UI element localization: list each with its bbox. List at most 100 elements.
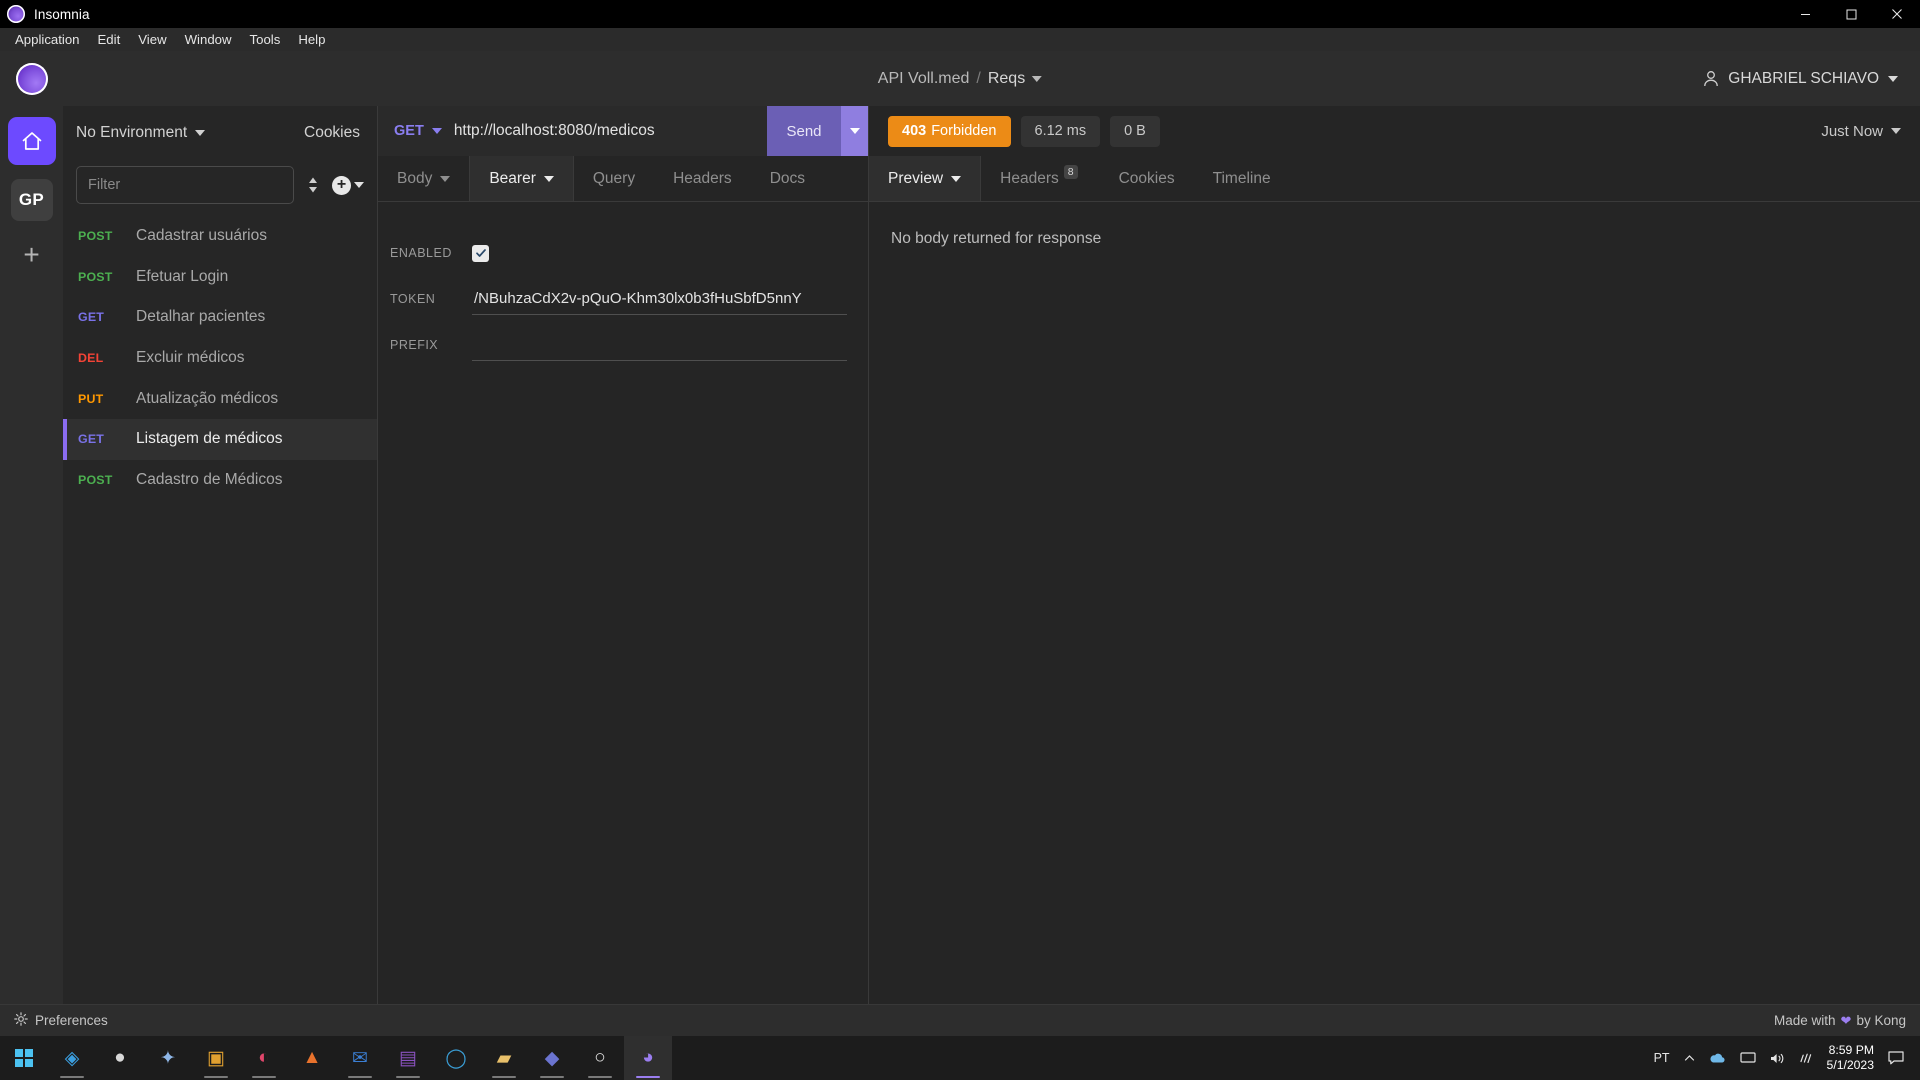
menu-item-help[interactable]: Help (289, 29, 334, 50)
response-body-message: No body returned for response (891, 230, 1102, 247)
breadcrumb-separator: / (976, 69, 981, 87)
tab-docs[interactable]: Docs (751, 156, 824, 201)
tab-response-headers[interactable]: Headers 8 (981, 156, 1099, 201)
account-menu[interactable]: GHABRIEL SCHIAVO (1703, 70, 1898, 88)
show-hidden-icons-button[interactable] (1677, 1053, 1702, 1064)
minimize-button[interactable] (1782, 0, 1828, 28)
request-name: Detalhar pacientes (136, 308, 266, 326)
request-item-listagem-de-medicos[interactable]: GET Listagem de médicos (63, 418, 377, 460)
chevron-down-icon[interactable] (1032, 75, 1043, 82)
notifications-button[interactable] (1884, 1051, 1914, 1065)
windows-taskbar: ◈ ● ✦ ▣ ◐ ▲ ✉ ▤ ◯ ▰ ◆ ○ ◕ PT 8:59 PM 5/1/2023 (0, 1036, 1920, 1080)
request-item-cadastro-de-medicos[interactable]: POST Cadastro de Médicos (63, 460, 377, 501)
taskbar-app-vscode[interactable]: ◈ (48, 1036, 96, 1080)
prefix-input[interactable] (472, 330, 847, 361)
home-icon[interactable] (7, 117, 56, 165)
taskbar-app-outlook[interactable]: ✉ (336, 1036, 384, 1080)
menu-item-view[interactable]: View (129, 29, 175, 50)
taskbar-app-github-desktop[interactable]: ● (96, 1036, 144, 1080)
tab-label: Timeline (1212, 169, 1271, 187)
insomnia-logo-icon (7, 5, 25, 23)
url-bar: GET http://localhost:8080/medicos Send (378, 106, 868, 156)
taskbar-app-onenote[interactable]: ▤ (384, 1036, 432, 1080)
taskbar-app-postman[interactable]: ▲ (288, 1036, 336, 1080)
tab-preview[interactable]: Preview (869, 156, 982, 201)
menu-item-tools[interactable]: Tools (241, 29, 290, 50)
status-badge[interactable]: 403 Forbidden (888, 115, 1011, 147)
taskbar-app-insomnia[interactable]: ◕ (624, 1036, 672, 1080)
request-pane: GET http://localhost:8080/medicos Send B… (378, 106, 869, 1004)
onedrive-icon[interactable] (1702, 1052, 1733, 1064)
volume-icon[interactable] (1763, 1052, 1792, 1065)
tab-response-cookies[interactable]: Cookies (1100, 156, 1194, 201)
chevron-down-icon[interactable] (1888, 75, 1898, 82)
tab-label: Headers (1000, 169, 1059, 187)
avatar[interactable]: GP (10, 179, 53, 221)
taskbar-app-mysql-workbench[interactable]: ▣ (192, 1036, 240, 1080)
taskbar-app-intellij-idea[interactable]: ◐ (240, 1036, 288, 1080)
chevron-down-icon[interactable] (431, 128, 442, 134)
taskbar-clock[interactable]: 8:59 PM 5/1/2023 (1821, 1043, 1884, 1073)
tab-body[interactable]: Body (378, 156, 469, 201)
github-desktop-icon: ● (114, 1047, 126, 1068)
mysql-workbench-icon: ▣ (207, 1047, 225, 1069)
chevron-down-icon[interactable] (543, 175, 554, 182)
menu-item-edit[interactable]: Edit (89, 29, 130, 50)
request-item-excluir-medicos[interactable]: DEL Excluir médicos (63, 338, 377, 379)
window-title-bar: Insomnia (0, 0, 1920, 28)
made-with-kong: Made with ❤ by Kong (1774, 1013, 1906, 1029)
preferences-button[interactable]: Preferences (14, 1012, 108, 1029)
postman-icon: ▲ (302, 1047, 322, 1068)
breadcrumb[interactable]: API Voll.med / Reqs (878, 69, 1043, 88)
request-method: GET (78, 432, 105, 447)
method-selector[interactable]: GET (378, 106, 454, 156)
menu-item-window[interactable]: Window (176, 29, 241, 50)
display-icon[interactable] (1733, 1052, 1763, 1064)
gear-icon (14, 1012, 28, 1029)
chevron-down-icon[interactable] (440, 175, 451, 182)
tab-bearer[interactable]: Bearer (469, 156, 574, 201)
close-button[interactable] (1874, 0, 1920, 28)
breadcrumb-collection[interactable]: Reqs (988, 70, 1025, 88)
request-item-detalhar-pacientes[interactable]: GET Detalhar pacientes (63, 297, 377, 338)
taskbar-app-insomnia-designer[interactable]: ✦ (144, 1036, 192, 1080)
add-request-button[interactable]: + (332, 175, 364, 195)
response-history-selector[interactable]: Just Now (1821, 123, 1901, 140)
maximize-button[interactable] (1828, 0, 1874, 28)
send-options-button[interactable] (841, 106, 868, 156)
status-code: 403 (902, 123, 927, 139)
breadcrumb-workspace[interactable]: API Voll.med (878, 70, 970, 88)
chevron-down-icon[interactable] (951, 175, 962, 182)
request-item-efetuar-login[interactable]: POST Efetuar Login (63, 257, 377, 298)
send-button[interactable]: Send (767, 106, 841, 156)
environment-selector[interactable]: No Environment (76, 124, 206, 142)
token-input[interactable]: /NBuhzaCdX2v-pQuO-Khm30lx0b3fHuSbfD5nnY (472, 284, 847, 315)
request-method: POST (78, 229, 113, 244)
url-input[interactable]: http://localhost:8080/medicos (454, 106, 767, 156)
taskbar-app-file-explorer[interactable]: ▰ (480, 1036, 528, 1080)
sort-icon[interactable] (304, 176, 322, 194)
tab-query[interactable]: Query (574, 156, 654, 201)
enabled-label: ENABLED (390, 246, 452, 260)
add-workspace-button[interactable]: + (23, 241, 39, 269)
network-icon[interactable] (1792, 1052, 1821, 1065)
request-item-cadastrar-usuarios[interactable]: POST Cadastrar usuários (63, 216, 377, 257)
enabled-checkbox[interactable] (472, 244, 489, 262)
menu-item-application[interactable]: Application (6, 29, 89, 50)
cookies-button[interactable]: Cookies (304, 124, 364, 142)
chevron-down-icon[interactable] (195, 130, 206, 136)
response-time[interactable]: 6.12 ms (1020, 115, 1101, 147)
response-size[interactable]: 0 B (1110, 115, 1160, 147)
request-method: DEL (78, 351, 104, 366)
taskbar-app-teams[interactable]: ◆ (528, 1036, 576, 1080)
tab-headers[interactable]: Headers (654, 156, 751, 201)
request-item-atualizacao-medicos[interactable]: PUT Atualização médicos (63, 378, 377, 419)
taskbar-app-edge[interactable]: ◯ (432, 1036, 480, 1080)
taskbar-app-chrome[interactable]: ○ (576, 1036, 624, 1080)
chevron-down-icon[interactable] (1891, 128, 1901, 134)
tab-timeline[interactable]: Timeline (1194, 156, 1290, 201)
chevron-down-icon[interactable] (354, 182, 364, 188)
filter-input[interactable] (76, 166, 294, 204)
start-button[interactable] (0, 1048, 48, 1068)
language-indicator[interactable]: PT (1647, 1051, 1677, 1065)
